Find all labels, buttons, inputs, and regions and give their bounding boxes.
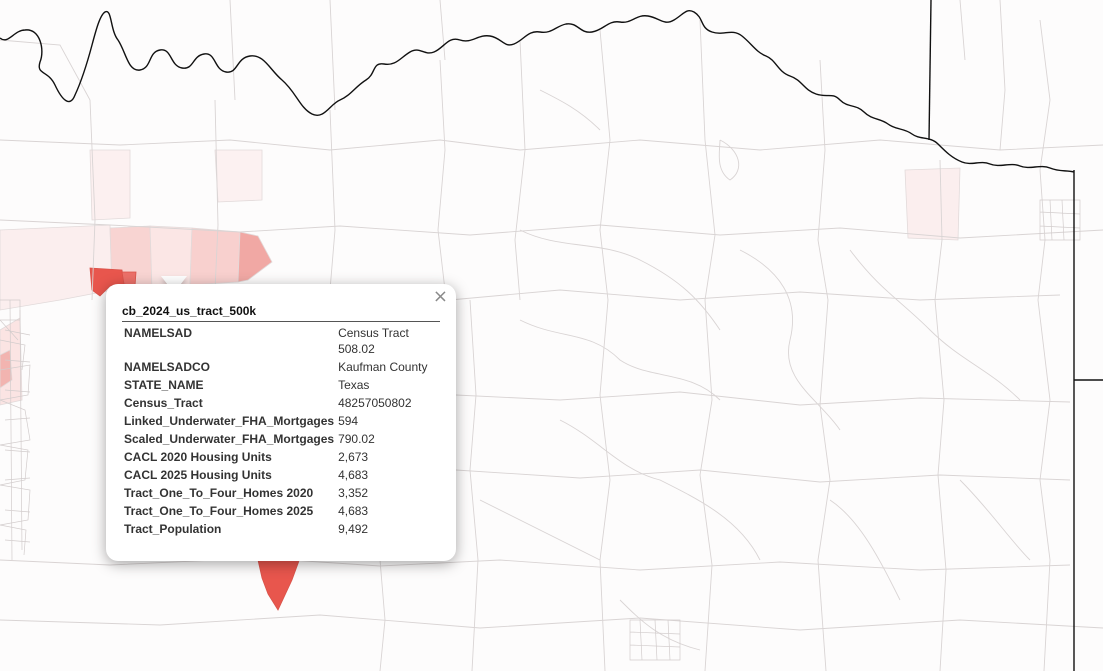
attribute-key: Scaled_Underwater_FHA_Mortgages <box>124 432 335 446</box>
attribute-key: CACL 2020 Housing Units <box>124 450 272 464</box>
attribute-key: Linked_Underwater_FHA_Mortgages <box>124 414 335 428</box>
popup-layer-title: cb_2024_us_tract_500k <box>122 304 440 322</box>
attribute-table: NAMELSAD Census Tract 508.02 NAMELSADCO … <box>122 324 440 538</box>
attribute-row: Linked_Underwater_FHA_Mortgages 594 <box>122 412 440 430</box>
attribute-row: Tract_Population 9,492 <box>122 520 440 538</box>
attribute-row: NAMELSADCO Kaufman County <box>122 358 440 376</box>
feature-info-popup: × cb_2024_us_tract_500k NAMELSAD Census … <box>106 284 456 561</box>
attribute-value: 790.02 <box>338 432 375 446</box>
attribute-value: 3,352 <box>338 486 369 500</box>
attribute-key: CACL 2025 Housing Units <box>124 468 272 482</box>
attribute-value: 9,492 <box>338 522 369 536</box>
attribute-row: CACL 2020 Housing Units 2,673 <box>122 448 440 466</box>
attribute-value: 2,673 <box>338 450 369 464</box>
attribute-key: Tract_One_To_Four_Homes 2020 <box>124 486 314 500</box>
attribute-key: STATE_NAME <box>124 378 204 392</box>
attribute-row: Census_Tract 48257050802 <box>122 394 440 412</box>
attribute-row: Tract_One_To_Four_Homes 2025 4,683 <box>122 502 440 520</box>
tract-shaded <box>214 149 263 203</box>
attribute-row: STATE_NAME Texas <box>122 376 440 394</box>
attribute-key: Tract_Population <box>124 522 222 536</box>
attribute-row: Tract_One_To_Four_Homes 2020 3,352 <box>122 484 440 502</box>
attribute-value: Census Tract 508.02 <box>338 326 409 356</box>
attribute-value: Kaufman County <box>338 360 428 374</box>
tract-shaded <box>189 227 241 286</box>
attribute-value: 4,683 <box>338 504 369 518</box>
attribute-key: Census_Tract <box>124 396 203 410</box>
attribute-row: Scaled_Underwater_FHA_Mortgages 790.02 <box>122 430 440 448</box>
attribute-row: NAMELSAD Census Tract 508.02 <box>122 324 440 358</box>
attribute-row: CACL 2025 Housing Units 4,683 <box>122 466 440 484</box>
attribute-key: NAMELSAD <box>124 326 192 340</box>
attribute-value: 48257050802 <box>338 396 412 410</box>
attribute-value: 4,683 <box>338 468 369 482</box>
attribute-key: NAMELSADCO <box>124 360 210 374</box>
close-popup-button[interactable]: × <box>433 288 448 306</box>
tract-shaded <box>89 149 131 221</box>
attribute-value: Texas <box>338 378 370 392</box>
attribute-key: Tract_One_To_Four_Homes 2025 <box>124 504 314 518</box>
tract-shaded <box>904 167 961 241</box>
attribute-value: 594 <box>338 414 359 428</box>
